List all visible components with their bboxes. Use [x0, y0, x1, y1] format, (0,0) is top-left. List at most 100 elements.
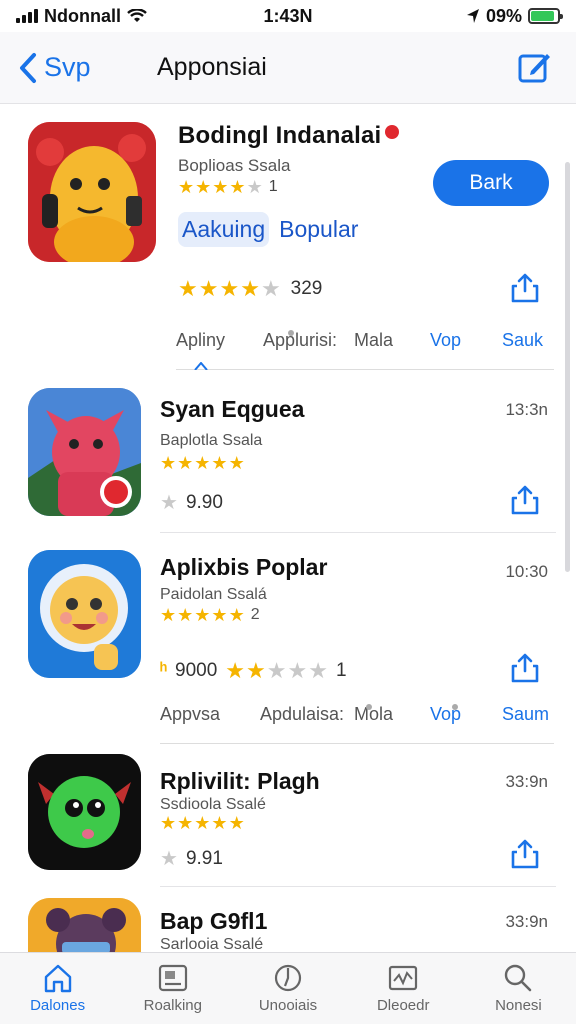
featured-app-name-text: Bodingl Indanalai [178, 122, 382, 149]
star-rating: ★ ★ ★ ★ ★ [160, 606, 245, 624]
star-rating: ★ ★ ★ ★ ★ [178, 178, 263, 196]
featured-rating-row: ★ ★ ★ ★ ★ 1 [178, 178, 278, 196]
rating-count: 2 [250, 606, 260, 623]
battery-icon [528, 8, 563, 24]
featured-app-name[interactable]: Bodingl Indanalai [178, 122, 400, 150]
chart-glyph-icon: ʰ [160, 660, 167, 681]
app-meta: ʰ 9000 ★ ★ ★ ★ ★ 1 [160, 660, 347, 682]
app-name[interactable]: Syan Eqguea [160, 396, 304, 423]
status-left: Ndonnall [16, 6, 147, 27]
segment-item[interactable]: Apdulaisa: [260, 704, 344, 725]
tab-label: Roalking [143, 997, 202, 1014]
app-row[interactable]: Bap G9fl1 Sarlooia Ssalé 33:9n [0, 898, 576, 952]
star-icon: ★ [229, 177, 246, 197]
segment-dot [452, 704, 458, 710]
app-row[interactable]: Syan Eqguea Baplotla Ssala ★ ★ ★ ★ ★ ★ 9.90 … [0, 386, 576, 536]
app-rating: ★ ★ ★ ★ ★ 2 [160, 606, 260, 624]
app-time: 33:9n [505, 772, 548, 791]
tab-nonesi[interactable]: Nonesi [461, 953, 576, 1024]
segment-control: Appvsa Apdulaisa: Mola Vop Saum [160, 696, 554, 744]
share-icon[interactable] [509, 484, 541, 516]
star-icon: ★ [260, 276, 281, 301]
compass-icon [274, 964, 302, 992]
featured-app-card[interactable]: Bodingl Indanalai Boplioas Ssala ★ ★ ★ ★ ★ 1… [0, 104, 576, 374]
segment-dot [366, 704, 372, 710]
star-icon: ★ [308, 658, 328, 683]
app-name[interactable]: Bap G9fl1 [160, 908, 267, 935]
star-icon: ★ [266, 658, 287, 683]
navigation-bar: Svp Apponsiai [0, 32, 576, 104]
app-meta-extra: 1 [335, 660, 347, 681]
star-icon: ★ [160, 492, 178, 514]
star-icon: ★ [228, 453, 245, 473]
star-rating: ★ ★ ★ ★ ★ [225, 660, 328, 682]
status-time: 1:43N [263, 5, 313, 26]
star-icon: ★ [211, 453, 228, 473]
tab-label: Nonesi [495, 997, 542, 1014]
chevron-left-icon [20, 52, 36, 83]
status-right: 09% [466, 6, 563, 27]
segment-item[interactable]: Mala [354, 330, 393, 351]
share-icon[interactable] [509, 652, 541, 684]
app-icon[interactable] [28, 550, 141, 678]
tag-aakuing[interactable]: Aakuing [178, 212, 270, 247]
app-row[interactable]: Rplivilit: Plagh Ssdioola Ssalé ★ ★ ★ ★ ★ ★ … [0, 750, 576, 900]
app-subtitle: Sarlooia Ssalé [160, 936, 264, 952]
segment-item[interactable]: Applurisi: [263, 330, 337, 351]
star-icon: ★ [246, 658, 266, 683]
carrier-label: Ndonnall [44, 5, 121, 26]
app-icon[interactable] [28, 898, 141, 952]
app-subtitle: Baplotla Ssala [160, 432, 263, 449]
star-icon: ★ [195, 177, 212, 197]
app-name[interactable]: Aplixbis Poplar [160, 554, 327, 581]
signal-icon [16, 9, 38, 23]
star-rating: ★ ★ ★ ★ ★ [160, 454, 245, 472]
app-name[interactable]: Rplivilit: Plagh [160, 768, 320, 795]
segment-item[interactable]: Saum [502, 704, 549, 725]
tab-unooiais[interactable]: Unooiais [230, 953, 345, 1024]
featured-app-icon[interactable] [28, 122, 156, 262]
segment-item[interactable]: Sauk [502, 330, 543, 351]
tab-label: Dalones [30, 997, 86, 1014]
segment-control: Apliny Applurisi: Mala Vop Sauk [176, 322, 554, 370]
app-meta-value: 9.91 [185, 847, 223, 869]
status-bar: Ndonnall 1:43N 09% [0, 0, 576, 32]
star-icon: ★ [246, 177, 263, 197]
tab-label: Unooiais [258, 997, 318, 1014]
tab-dalones[interactable]: Dalones [0, 953, 115, 1024]
segment-item[interactable]: Appvsa [160, 704, 220, 725]
star-icon: ★ [228, 605, 245, 625]
share-icon[interactable] [509, 272, 541, 304]
star-icon: ★ [177, 813, 194, 833]
tab-roalking[interactable]: Roalking [115, 953, 230, 1024]
app-icon[interactable] [28, 388, 141, 516]
star-icon: ★ [211, 813, 228, 833]
segment-dot [288, 330, 294, 336]
featured-app-subtitle: Boplioas Ssala [178, 156, 291, 175]
tag-bopular[interactable]: Bopular [279, 212, 358, 247]
ranking-icon [158, 964, 187, 992]
app-list[interactable]: Bodingl Indanalai Boplioas Ssala ★ ★ ★ ★ ★ 1… [0, 104, 576, 952]
segment-item[interactable]: Mola [354, 704, 393, 725]
star-icon: ★ [228, 813, 245, 833]
star-icon: ★ [240, 276, 260, 301]
star-icon: ★ [287, 658, 308, 683]
star-icon: ★ [198, 276, 219, 301]
star-icon: ★ [177, 453, 194, 473]
star-icon: ★ [211, 605, 228, 625]
get-button[interactable]: Bark [433, 160, 549, 206]
app-rating: ★ ★ ★ ★ ★ [160, 814, 245, 832]
back-button[interactable]: Svp [0, 52, 91, 84]
segment-indicator [194, 362, 208, 370]
tab-dleoedr[interactable]: Dleoedr [346, 953, 461, 1024]
divider [160, 532, 556, 533]
star-icon: ★ [194, 813, 211, 833]
search-icon [505, 964, 532, 992]
segment-item[interactable]: Apliny [176, 330, 225, 351]
share-icon[interactable] [509, 838, 541, 870]
app-icon[interactable] [28, 754, 141, 870]
app-meta-value: 9000 [175, 660, 218, 681]
segment-item[interactable]: Vop [430, 330, 461, 351]
compose-icon[interactable] [518, 50, 552, 84]
app-row[interactable]: Aplixbis Poplar Paidolan Ssalá ★ ★ ★ ★ ★ 2 1… [0, 544, 576, 744]
